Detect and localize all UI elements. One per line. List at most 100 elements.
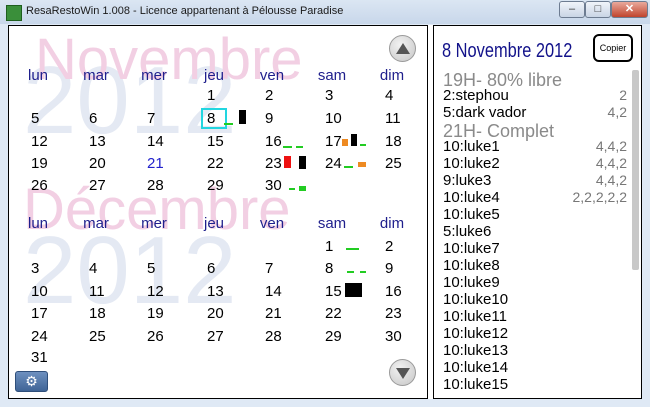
reservation-name: 10:luke12 [443,325,509,342]
weekday-header: jeu [203,215,225,232]
previous-month-button[interactable] [389,35,416,62]
calendar-day[interactable]: 12 [31,133,61,150]
weekday-header: lun [27,67,49,84]
reservation-row[interactable]: 5:dark vador 4,2 [443,104,629,121]
calendar-day[interactable]: 12 [147,283,177,300]
calendar-day[interactable]: 29 [207,177,237,194]
calendar-day[interactable]: 28 [147,177,177,194]
reservation-row[interactable]: 10:luke1 4,4,2 [443,138,629,155]
calendar-day[interactable]: 3 [31,260,61,277]
calendar-day[interactable]: 27 [207,328,237,345]
maximize-button[interactable]: □ [585,1,611,18]
calendar-day[interactable]: 8 [325,260,355,277]
reservation-row[interactable]: 10:luke9 [443,274,629,291]
calendar-day[interactable]: 7 [265,260,295,277]
reservation-row[interactable]: 2:stephou 2 [443,87,629,104]
calendar-day[interactable]: 13 [207,283,237,300]
calendar-day[interactable]: 21 [265,305,295,322]
calendar-day[interactable]: 20 [89,155,119,172]
reservation-name: 5:dark vador [443,104,527,121]
calendar-day[interactable]: 10 [325,110,355,127]
reservation-marker [284,156,291,168]
calendar-day[interactable]: 14 [147,133,177,150]
calendar-day[interactable]: 24 [31,328,61,345]
calendar-day[interactable]: 5 [147,260,177,277]
reservation-list[interactable]: 19H- 80% libre 2:stephou 2 5:dark vador 4,2 2… [435,70,631,398]
calendar-day[interactable]: 29 [325,328,355,345]
calendar-day[interactable]: 25 [385,155,415,172]
calendar-day[interactable]: 2 [265,87,295,104]
calendar-day[interactable]: 25 [89,328,119,345]
calendar-day[interactable]: 9 [385,260,415,277]
close-button[interactable]: ✕ [611,1,648,18]
reservation-marker [358,162,366,167]
calendar-day[interactable]: 5 [31,110,61,127]
settings-button[interactable]: ⚙ [15,371,48,392]
calendar-day[interactable]: 28 [265,328,295,345]
reservation-row[interactable]: 10:luke15 [443,376,629,393]
calendar-day[interactable]: 14 [265,283,295,300]
calendar-panel: 2012 Novembre 2012 Décembre lun mar mer jeu… [8,25,428,399]
reservation-name: 9:luke3 [443,172,492,189]
calendar-day[interactable]: 13 [89,133,119,150]
calendar-day[interactable]: 9 [265,110,295,127]
calendar-day[interactable]: 11 [89,283,119,300]
reservation-row[interactable]: 10:luke10 [443,291,629,308]
reservation-row[interactable]: 10:luke8 [443,257,629,274]
calendar-day[interactable]: 15 [207,133,237,150]
calendar-day[interactable]: 4 [385,87,415,104]
calendar-day[interactable]: 26 [147,328,177,345]
calendar-day[interactable]: 6 [207,260,237,277]
calendar-day[interactable]: 2 [385,238,415,255]
calendar-day[interactable]: 24 [325,155,355,172]
title-bar: ResaRestoWin 1.008 - Licence appartenant… [0,0,650,24]
reservation-name: 10:luke13 [443,342,509,359]
calendar-day[interactable]: 26 [31,177,61,194]
reservation-name: 5:luke6 [443,223,492,240]
next-month-button[interactable] [389,359,416,386]
calendar-day[interactable]: 16 [385,283,415,300]
calendar-day[interactable]: 18 [385,133,415,150]
calendar-day[interactable]: 22 [325,305,355,322]
weekday-header: mer [141,215,167,232]
reservation-row[interactable]: 10:luke2 4,4,2 [443,155,629,172]
client-area: 2012 Novembre 2012 Décembre lun mar mer jeu… [8,25,642,399]
calendar-day[interactable]: 18 [89,305,119,322]
calendar-day[interactable]: 19 [31,155,61,172]
reservation-row[interactable]: 5:luke6 [443,223,629,240]
reservation-scrollbar[interactable] [632,70,639,270]
calendar-day[interactable]: 7 [147,110,177,127]
calendar-day[interactable]: 3 [325,87,355,104]
reservation-name: 10:luke7 [443,240,500,257]
weekday-header: mer [141,67,167,84]
reservation-row[interactable]: 10:luke7 [443,240,629,257]
calendar-day[interactable]: 27 [89,177,119,194]
calendar-day[interactable]: 1 [325,238,355,255]
table-sizes: 4,4,2 [595,172,627,188]
reservation-row[interactable]: 9:luke3 4,4,2 [443,172,629,189]
reservation-row[interactable]: 10:luke4 2,2,2,2,2 [443,189,629,206]
reservation-row[interactable]: 10:luke12 [443,325,629,342]
calendar-day[interactable]: 19 [147,305,177,322]
calendar-day[interactable]: 21 [147,155,177,172]
calendar-day[interactable]: 22 [207,155,237,172]
calendar-day[interactable]: 10 [31,283,61,300]
calendar-day[interactable]: 31 [31,349,61,366]
reservation-row[interactable]: 10:luke13 [443,342,629,359]
weekday-header: mar [83,215,109,232]
calendar-day[interactable]: 30 [385,328,415,345]
calendar-day[interactable]: 23 [385,305,415,322]
copy-button[interactable]: Copier [593,34,633,62]
reservation-row[interactable]: 10:luke14 [443,359,629,376]
calendar-day[interactable]: 30 [265,177,295,194]
calendar-day[interactable]: 11 [385,110,415,127]
calendar-day[interactable]: 6 [89,110,119,127]
table-sizes: 4,4,2 [595,138,627,154]
calendar-day[interactable]: 4 [89,260,119,277]
calendar-day[interactable]: 20 [207,305,237,322]
reservation-row[interactable]: 10:luke5 [443,206,629,223]
calendar-day[interactable]: 17 [31,305,61,322]
minimize-button[interactable]: – [559,1,585,18]
calendar-day[interactable]: 1 [207,87,237,104]
reservation-row[interactable]: 10:luke11 [443,308,629,325]
